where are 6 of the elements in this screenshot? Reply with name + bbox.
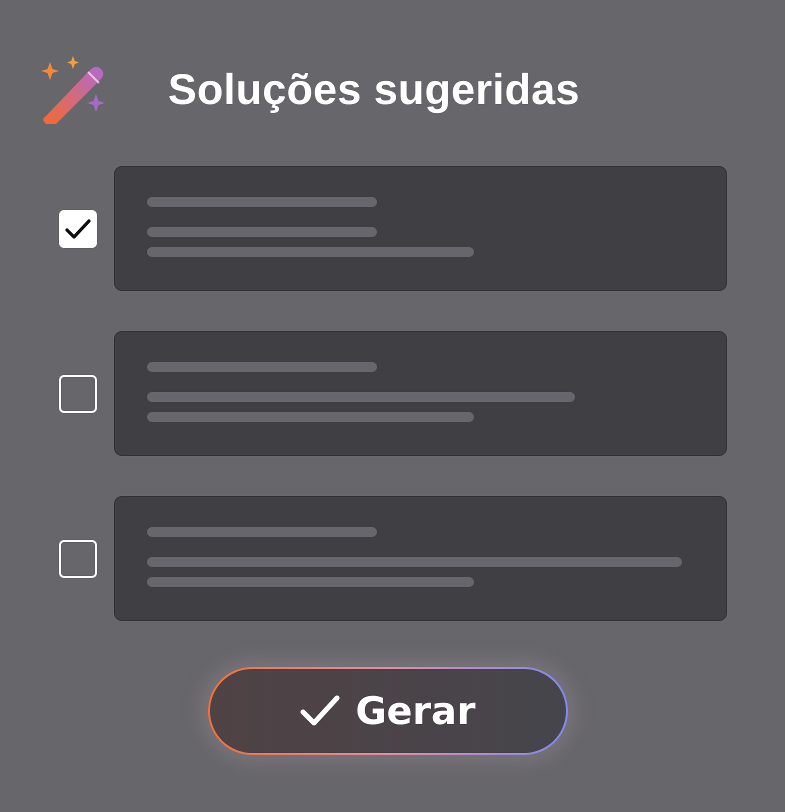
title: Soluções sugeridas (168, 66, 580, 114)
checkbox[interactable] (59, 540, 97, 578)
generate-button[interactable]: Gerar (208, 667, 568, 755)
check-icon (65, 218, 91, 240)
checkbox[interactable] (59, 210, 97, 248)
checkbox[interactable] (59, 374, 97, 412)
